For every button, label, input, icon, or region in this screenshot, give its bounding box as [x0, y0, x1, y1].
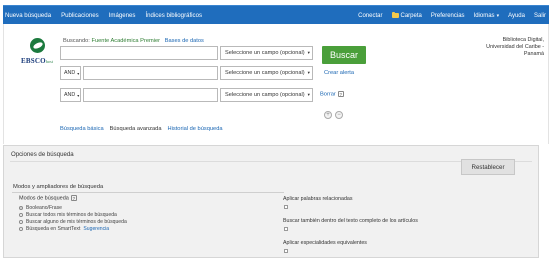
expander-related-words-label: Aplicar palabras relacionadas — [283, 196, 353, 202]
search-input-2[interactable] — [83, 66, 218, 80]
field-select-label: Seleccione un campo (opcional) — [225, 50, 305, 56]
mode-label: Búsqueda en SmartText — [26, 225, 81, 232]
basic-search-link[interactable]: Búsqueda básica — [60, 126, 104, 132]
logo-brand: EBSCO — [21, 57, 46, 65]
exit-label: Salir — [533, 12, 546, 19]
mode-all-terms[interactable]: Buscar todos mis términos de búsqueda — [19, 211, 127, 218]
folder-link[interactable]: Carpeta — [391, 12, 422, 19]
divider — [12, 192, 284, 193]
chevron-down-icon: ▾ — [307, 70, 310, 75]
mode-label: Buscar todos mis términos de búsqueda — [26, 211, 117, 218]
clear-control: Borrar? — [320, 91, 344, 98]
nav-bibliographic-indexes[interactable]: Índices bibliográficos — [145, 12, 202, 19]
reset-button[interactable]: Restablecer — [461, 159, 515, 175]
languages-label: Idiomas — [473, 12, 495, 19]
folder-label: Carpeta — [400, 12, 422, 19]
help-label: Ayuda — [508, 12, 525, 19]
boolean-label: AND — [64, 70, 76, 76]
search-modes-text: Modos de búsqueda — [19, 195, 69, 202]
searching-line: Buscando: Fuente Académica Premier Bases… — [63, 38, 204, 44]
mode-label: Buscar alguno de mis términos de búsqued… — [26, 218, 127, 225]
expander-equivalent-subjects-label: Aplicar especialidades equivalentes — [283, 240, 367, 246]
ebsco-logo-mark — [30, 38, 45, 53]
institution-line: Panamá — [523, 51, 544, 57]
search-mode-links: Búsqueda básica Búsqueda avanzada Histor… — [60, 126, 229, 132]
chevron-down-icon: ▾ — [307, 92, 310, 97]
mode-smarttext[interactable]: Búsqueda en SmartText Sugerencia — [19, 225, 127, 232]
divider — [10, 161, 532, 162]
radio-button[interactable] — [19, 226, 23, 231]
radio-button[interactable] — [19, 219, 23, 224]
help-icon[interactable]: ? — [337, 91, 344, 97]
top-navigation-bar: Nueva búsqueda Publicaciones Imágenes Ín… — [3, 5, 549, 24]
boolean-select-2[interactable]: AND ▾ — [60, 66, 81, 80]
search-history-link[interactable]: Historial de búsqueda — [168, 126, 223, 132]
add-row-button[interactable]: + — [324, 111, 332, 119]
nav-new-search[interactable]: Nueva búsqueda — [5, 12, 51, 19]
institution-line: Universidad del Caribe - — [486, 44, 544, 50]
ebsco-logo-text: EBSCOhost — [21, 57, 61, 65]
connect-link[interactable]: Conectar — [358, 13, 382, 19]
chevron-down-icon: ▾ — [77, 92, 80, 98]
ebsco-logo[interactable]: EBSCOhost — [21, 38, 61, 65]
advanced-search-link[interactable]: Búsqueda avanzada — [110, 126, 162, 132]
nav-images[interactable]: Imágenes — [109, 12, 136, 19]
search-modes-label: Modos de búsqueda? — [19, 195, 77, 201]
smarttext-hint-link[interactable]: Sugerencia — [83, 226, 109, 232]
chevron-down-icon: ▾ — [77, 70, 80, 76]
field-select-label: Seleccione un campo (opcional) — [225, 70, 305, 76]
preferences-link[interactable]: Preferencias — [431, 13, 465, 19]
mode-boolean-phrase[interactable]: Booleano/Frase — [19, 204, 127, 211]
search-area: EBSCOhost Buscando: Fuente Académica Pre… — [3, 24, 549, 144]
equivalent-subjects-checkbox[interactable] — [284, 249, 288, 253]
expanders-column: Aplicar palabras relacionadas Buscar tam… — [283, 196, 418, 253]
chevron-down-icon: ▾ — [307, 50, 310, 55]
modes-expanders-title: Modos y ampliadores de búsqueda — [13, 184, 104, 190]
institution-name: Biblioteca Digital, Universidad del Cari… — [486, 37, 544, 58]
logo-suffix: host — [45, 59, 54, 64]
search-options-panel: Opciones de búsqueda Restablecer Modos y… — [3, 145, 539, 258]
top-nav-right: Conectar Carpeta Preferencias Idiomas ▾ A… — [349, 6, 546, 25]
connect-label: Conectar — [358, 12, 383, 19]
mode-label: Booleano/Frase — [26, 204, 62, 211]
remove-row-button[interactable]: − — [335, 111, 343, 119]
search-button[interactable]: Buscar — [322, 46, 366, 64]
search-input-1[interactable] — [60, 46, 218, 60]
folder-icon — [391, 12, 399, 18]
searching-label: Buscando: — [63, 38, 90, 44]
clear-link[interactable]: Borrar — [320, 92, 336, 98]
search-mode-list: Booleano/Frase Buscar todos mis términos… — [19, 204, 127, 232]
field-select-1[interactable]: Seleccione un campo (opcional) ▾ — [220, 46, 313, 60]
search-input-3[interactable] — [83, 88, 218, 102]
languages-menu[interactable]: Idiomas ▾ — [474, 13, 500, 19]
field-select-3[interactable]: Seleccione un campo (opcional) ▾ — [220, 88, 313, 102]
institution-line: Biblioteca Digital, — [502, 37, 544, 43]
preferences-label: Preferencias — [430, 12, 465, 19]
boolean-select-3[interactable]: AND ▾ — [60, 88, 81, 102]
field-select-2[interactable]: Seleccione un campo (opcional) ▾ — [220, 66, 313, 80]
field-select-label: Seleccione un campo (opcional) — [225, 92, 305, 98]
choose-databases-link[interactable]: Bases de datos — [165, 38, 204, 44]
exit-link[interactable]: Salir — [534, 13, 546, 19]
create-alert-link[interactable]: Crear alerta — [324, 70, 354, 76]
boolean-label: AND — [64, 92, 76, 98]
chevron-down-icon: ▾ — [496, 12, 500, 19]
help-link[interactable]: Ayuda — [508, 13, 525, 19]
expander-full-text-label: Buscar también dentro del texto completo… — [283, 218, 418, 224]
help-icon[interactable]: ? — [70, 195, 77, 201]
top-nav-left: Nueva búsqueda Publicaciones Imágenes Ín… — [5, 6, 212, 25]
radio-button-selected[interactable] — [19, 205, 23, 210]
nav-publications[interactable]: Publicaciones — [61, 12, 99, 19]
options-title: Opciones de búsqueda — [11, 151, 74, 158]
radio-button[interactable] — [19, 212, 23, 217]
mode-any-terms[interactable]: Buscar alguno de mis términos de búsqued… — [19, 218, 127, 225]
database-name: Fuente Académica Premier — [91, 38, 161, 44]
